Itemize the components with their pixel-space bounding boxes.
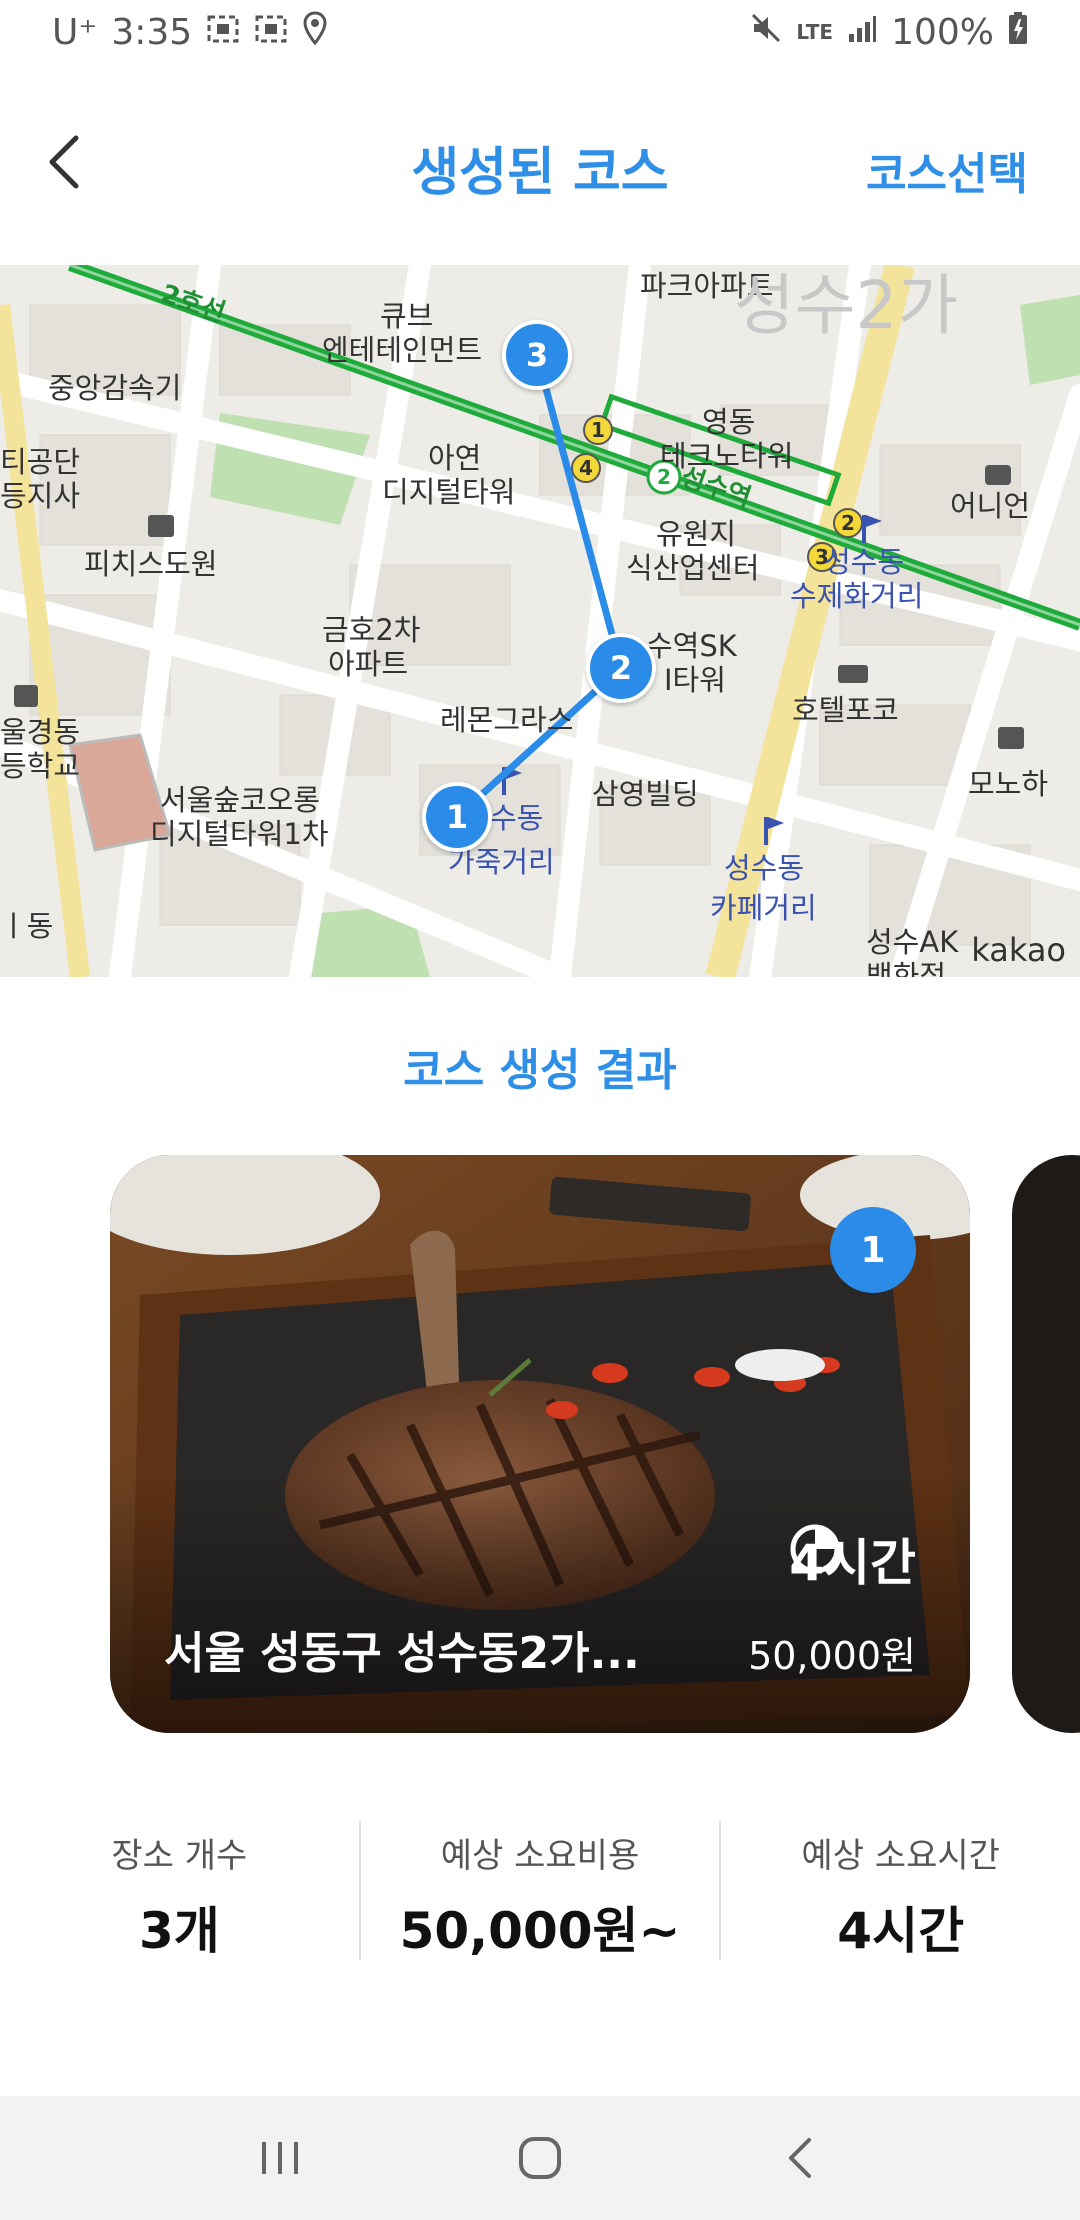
section-title: 코스 생성 결과 bbox=[403, 1045, 677, 1096]
map-label: 서울숲코오롱 bbox=[160, 783, 321, 817]
status-bar: U⁺ 3:35 LTE 100% bbox=[0, 0, 1080, 64]
stat-value: 4시간 bbox=[837, 1902, 965, 1960]
map-label: 수역SK bbox=[646, 629, 737, 663]
battery-level: 100% bbox=[891, 11, 994, 53]
card-price: 50,000원 bbox=[748, 1634, 916, 1678]
map-label: 모노하 bbox=[968, 767, 1049, 801]
map-label: 울경동 bbox=[0, 715, 81, 749]
system-nav-bar bbox=[0, 2096, 1080, 2220]
card-address: 서울 성동구 성수동2가... bbox=[164, 1628, 640, 1679]
course-carousel[interactable]: 1 4시간 서울 성동구 성수동2가... 50,000원 bbox=[0, 1155, 1080, 1733]
map-credit: kakao bbox=[971, 931, 1066, 969]
svg-text:4: 4 bbox=[579, 456, 593, 480]
map-label: ㅣ동 bbox=[0, 909, 54, 943]
map-label: 성수2가 bbox=[734, 267, 959, 344]
map-label: 피치스도원 bbox=[84, 547, 218, 581]
map-label: 중앙감속기 bbox=[48, 371, 182, 405]
map-label: 엔테테인먼트 bbox=[322, 333, 483, 367]
clock-icon bbox=[790, 1524, 840, 1574]
signal-icon bbox=[847, 12, 877, 53]
map-label: 식산업센터 bbox=[626, 551, 760, 585]
next-place-card[interactable] bbox=[1012, 1155, 1080, 1733]
map-label: 아연 bbox=[428, 441, 482, 475]
map-label: 영동 bbox=[702, 405, 756, 439]
stat-value: 3개 bbox=[138, 1902, 220, 1960]
network-type: LTE bbox=[796, 20, 834, 44]
map-label: 디지털타워 bbox=[382, 475, 516, 509]
app-header: 생성된 코스 코스선택 bbox=[0, 64, 1080, 264]
stat-label: 예상 소요시간 bbox=[801, 1836, 1000, 1876]
screenshot-icon bbox=[254, 12, 288, 53]
map-label: 성수동 bbox=[724, 851, 805, 885]
home-icon bbox=[519, 2137, 561, 2179]
route-marker[interactable]: 2 bbox=[586, 633, 656, 703]
svg-text:1: 1 bbox=[591, 418, 605, 442]
recent-apps-icon bbox=[262, 2142, 298, 2174]
carrier-label: U⁺ bbox=[52, 11, 98, 53]
card-order-badge: 1 bbox=[830, 1207, 916, 1293]
map-label: 디지털타워1차 bbox=[150, 817, 329, 851]
route-marker[interactable]: 1 bbox=[422, 782, 492, 852]
route-map[interactable]: 1 4 2 3 2 2호선 파크아파트 큐브 엔테테인먼트 성수2가 중앙감속기… bbox=[0, 265, 1080, 977]
map-label: 백화점 bbox=[866, 959, 947, 977]
status-left: U⁺ 3:35 bbox=[52, 10, 328, 54]
battery-icon bbox=[1008, 11, 1028, 54]
map-label: 등지사 bbox=[0, 479, 81, 513]
place-card[interactable]: 1 4시간 서울 성동구 성수동2가... 50,000원 bbox=[110, 1155, 970, 1733]
route-marker[interactable]: 3 bbox=[502, 320, 572, 390]
map-label: 테크노타워 bbox=[660, 439, 794, 473]
map-label: 아파트 bbox=[328, 647, 409, 681]
course-select-button[interactable]: 코스선택 bbox=[866, 138, 1028, 202]
status-right: LTE 100% bbox=[750, 11, 1028, 54]
svg-text:2: 2 bbox=[841, 511, 855, 535]
mute-icon bbox=[750, 12, 782, 53]
map-label: 카페거리 bbox=[710, 891, 817, 925]
card-duration: 4시간 bbox=[789, 1523, 916, 1595]
map-label: 성수동 bbox=[824, 545, 905, 579]
map-label: 수제화거리 bbox=[790, 579, 924, 613]
home-button[interactable] bbox=[500, 2118, 580, 2198]
map-label: 유원지 bbox=[656, 517, 737, 551]
clock: 3:35 bbox=[111, 11, 193, 53]
map-label: 어니언 bbox=[950, 489, 1031, 523]
map-label: 등학교 bbox=[0, 749, 81, 783]
map-label: 레몬그라스 bbox=[440, 703, 574, 737]
location-icon bbox=[302, 10, 328, 54]
stat-estimated-time: 예상 소요시간 4시간 bbox=[719, 1820, 1080, 1960]
map-label: 삼영빌딩 bbox=[592, 777, 699, 811]
map-label: 큐브 bbox=[380, 299, 434, 333]
stat-place-count: 장소 개수 3개 bbox=[0, 1820, 359, 1960]
stat-estimated-cost: 예상 소요비용 50,000원~ bbox=[358, 1820, 720, 1960]
stat-value: 50,000원~ bbox=[399, 1902, 681, 1960]
map-label: 수동 bbox=[490, 801, 544, 835]
map-label: 티공단 bbox=[0, 445, 81, 479]
map-label: I타워 bbox=[664, 663, 726, 697]
course-summary: 장소 개수 3개 예상 소요비용 50,000원~ 예상 소요시간 4시간 bbox=[0, 1820, 1080, 1960]
screen-record-icon bbox=[206, 12, 240, 53]
stat-label: 예상 소요비용 bbox=[440, 1836, 640, 1876]
map-label: 성수AK bbox=[866, 925, 959, 959]
chevron-left-icon bbox=[789, 2138, 811, 2178]
map-label: 금호2차 bbox=[322, 613, 421, 647]
map-label: 호텔포코 bbox=[792, 693, 899, 727]
stat-label: 장소 개수 bbox=[111, 1836, 248, 1876]
nav-back-button[interactable] bbox=[760, 2118, 840, 2198]
recent-apps-button[interactable] bbox=[240, 2118, 320, 2198]
